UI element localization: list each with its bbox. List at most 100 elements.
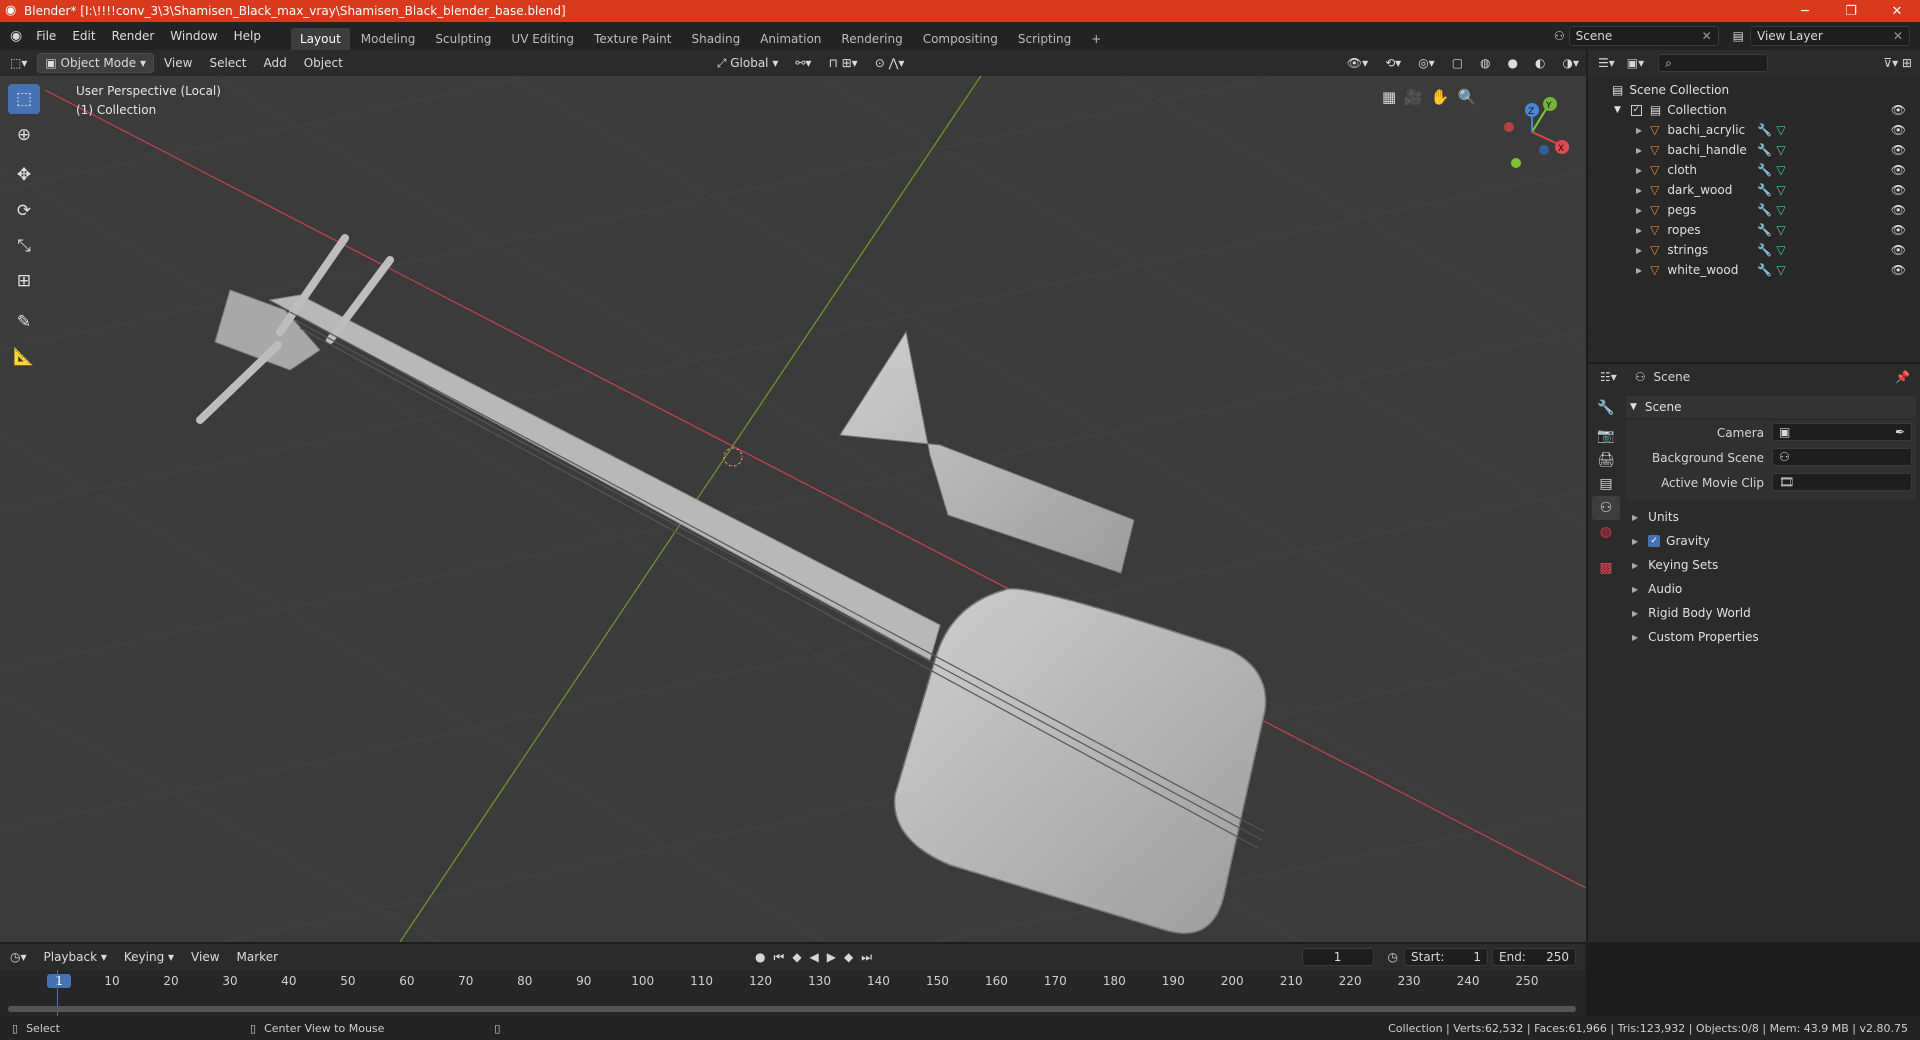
active-movie-clip-field[interactable]: 🎞 — [1772, 473, 1912, 491]
tab-animation[interactable]: Animation — [751, 28, 830, 50]
menu-render[interactable]: Render — [104, 29, 163, 43]
bachi-mesh[interactable] — [839, 330, 1135, 574]
camera-field[interactable]: ▣ ✒ — [1772, 423, 1912, 441]
scene-selector[interactable]: Scene ✕ — [1568, 26, 1719, 46]
3d-viewport[interactable]: ⬚▾ ▣ Object Mode ▾ View Select Add Objec… — [0, 50, 1586, 942]
jump-end-icon[interactable]: ⏭ — [861, 950, 872, 965]
menu-view[interactable]: View — [184, 948, 226, 966]
eye-icon[interactable]: 👁 — [1891, 143, 1906, 157]
menu-file[interactable]: File — [28, 29, 64, 43]
move-tool[interactable]: ✥ — [8, 160, 40, 190]
zoom-icon[interactable]: 🔍 — [1458, 88, 1477, 106]
menu-select[interactable]: Select — [202, 54, 253, 72]
tab-shading[interactable]: Shading — [682, 28, 749, 50]
outliner-collection[interactable]: ▼ ✓ ▤ Collection 👁 — [1588, 100, 1920, 120]
tab-compositing[interactable]: Compositing — [914, 28, 1007, 50]
expand-icon[interactable]: ▶ — [1636, 186, 1642, 195]
outliner-object-row[interactable]: ▶ ▽ bachi_acrylic 🔧 ▽ 👁 — [1588, 120, 1920, 140]
select-box-tool[interactable]: ⬚ — [8, 84, 40, 114]
record-icon[interactable]: ● — [755, 950, 765, 965]
eye-icon[interactable]: 👁 — [1891, 123, 1906, 137]
maximize-button[interactable]: ❐ — [1828, 4, 1874, 19]
transform-tool[interactable]: ⊞ — [8, 266, 40, 296]
menu-marker[interactable]: Marker — [230, 948, 285, 966]
expand-icon[interactable]: ▶ — [1636, 246, 1642, 255]
next-keyframe-icon[interactable]: ◆ — [844, 950, 853, 965]
modifier-icon[interactable]: 🔧 — [1757, 123, 1772, 137]
property-subsection[interactable]: ▶ Custom Properties — [1626, 626, 1916, 648]
camera-view-icon[interactable]: 🎥 — [1404, 88, 1423, 106]
jump-start-icon[interactable]: ⏮ — [774, 950, 785, 965]
mesh-data-icon[interactable]: ▽ — [1776, 163, 1785, 177]
clock-icon[interactable]: ◷ — [1388, 950, 1398, 964]
property-subsection[interactable]: ▶ Audio — [1626, 578, 1916, 600]
display-mode-icon[interactable]: ▣▾ — [1627, 56, 1644, 70]
cursor-tool[interactable]: ⊕ — [8, 120, 40, 150]
tab-texture-paint[interactable]: Texture Paint — [585, 28, 680, 50]
outliner-object-row[interactable]: ▶ ▽ strings 🔧 ▽ 👁 — [1588, 240, 1920, 260]
pivot-icon[interactable]: ⚯▾ — [788, 54, 818, 72]
annotate-tool[interactable]: ✎ — [8, 307, 40, 337]
expand-icon[interactable]: ▶ — [1636, 206, 1642, 215]
eye-icon[interactable]: 👁 — [1891, 223, 1906, 237]
current-frame-field[interactable]: 1 — [1301, 948, 1374, 966]
visibility-icon[interactable]: 👁▾ — [1340, 54, 1375, 72]
outliner-object-row[interactable]: ▶ ▽ ropes 🔧 ▽ 👁 — [1588, 220, 1920, 240]
render-tab-icon[interactable]: 📷 — [1592, 424, 1620, 448]
eyedropper-icon[interactable]: ✒ — [1895, 425, 1905, 439]
expand-icon[interactable]: ▶ — [1636, 126, 1642, 135]
close-icon[interactable]: ✕ — [1893, 29, 1903, 43]
menu-view[interactable]: View — [157, 54, 199, 72]
texture-tab-icon[interactable]: ▩ — [1592, 556, 1620, 580]
timeline-scrollbar[interactable] — [8, 1006, 1576, 1012]
shading-material-icon[interactable]: ◐ — [1528, 54, 1552, 72]
eye-icon[interactable]: 👁 — [1891, 163, 1906, 177]
measure-tool[interactable]: 📐 — [8, 342, 40, 372]
editor-type-icon[interactable]: ⬚▾ — [3, 54, 34, 72]
close-icon[interactable]: ✕ — [1702, 29, 1712, 43]
expand-icon[interactable]: ▶ — [1636, 226, 1642, 235]
view-layer-selector[interactable]: View Layer ✕ — [1750, 26, 1910, 46]
blender-menu-icon[interactable]: ◉ — [10, 28, 22, 44]
tab-rendering[interactable]: Rendering — [832, 28, 911, 50]
expand-icon[interactable]: ▶ — [1636, 266, 1642, 275]
modifier-icon[interactable]: 🔧 — [1757, 263, 1772, 277]
close-button[interactable]: ✕ — [1874, 4, 1920, 19]
scale-tool[interactable]: ⤡ — [8, 231, 40, 261]
body-mesh[interactable] — [893, 588, 1267, 934]
play-icon[interactable]: ▶ — [827, 950, 836, 965]
property-subsection[interactable]: ▶ ✓ Gravity — [1626, 530, 1916, 552]
end-frame-field[interactable]: End: 250 — [1492, 948, 1576, 966]
modifier-icon[interactable]: 🔧 — [1757, 243, 1772, 257]
modifier-icon[interactable]: 🔧 — [1757, 223, 1772, 237]
tab-sculpting[interactable]: Sculpting — [426, 28, 500, 50]
output-tab-icon[interactable]: 🖨 — [1592, 448, 1620, 472]
outliner-object-row[interactable]: ▶ ▽ pegs 🔧 ▽ 👁 — [1588, 200, 1920, 220]
navigation-gizmo[interactable]: X Y Z — [1490, 86, 1580, 176]
transform-orientation-selector[interactable]: ⤢ Global ▾ — [710, 54, 786, 73]
eye-icon[interactable]: 👁 — [1891, 203, 1906, 217]
shading-solid-icon[interactable]: ● — [1501, 54, 1525, 72]
eye-icon[interactable]: 👁 — [1891, 243, 1906, 257]
modifier-icon[interactable]: 🔧 — [1757, 143, 1772, 157]
gravity-checkbox[interactable]: ✓ — [1648, 535, 1661, 547]
filter-icon[interactable]: ⊽▾ ⊞ — [1883, 56, 1912, 70]
property-subsection[interactable]: ▶ Units — [1626, 506, 1916, 528]
pan-hand-icon[interactable]: ✋ — [1431, 88, 1450, 106]
menu-keying[interactable]: Keying ▾ — [117, 948, 181, 966]
mesh-data-icon[interactable]: ▽ — [1776, 243, 1785, 257]
checkbox-icon[interactable]: ✓ — [1630, 104, 1642, 116]
proportional-edit-icon[interactable]: ⊙ ⋀▾ — [868, 54, 912, 72]
eye-icon[interactable]: 👁 — [1891, 183, 1906, 197]
menu-object[interactable]: Object — [297, 54, 350, 72]
play-reverse-icon[interactable]: ◀ — [810, 950, 819, 965]
menu-help[interactable]: Help — [226, 29, 269, 43]
start-frame-field[interactable]: Start: 1 — [1404, 948, 1488, 966]
prev-keyframe-icon[interactable]: ◆ — [792, 950, 801, 965]
outliner-object-row[interactable]: ▶ ▽ cloth 🔧 ▽ 👁 — [1588, 160, 1920, 180]
menu-window[interactable]: Window — [162, 29, 225, 43]
tab-modeling[interactable]: Modeling — [352, 28, 425, 50]
grid-view-icon[interactable]: ▦ — [1382, 88, 1396, 106]
overlay-toggle-icon[interactable]: ◎▾ — [1411, 54, 1442, 72]
menu-add[interactable]: Add — [256, 54, 293, 72]
